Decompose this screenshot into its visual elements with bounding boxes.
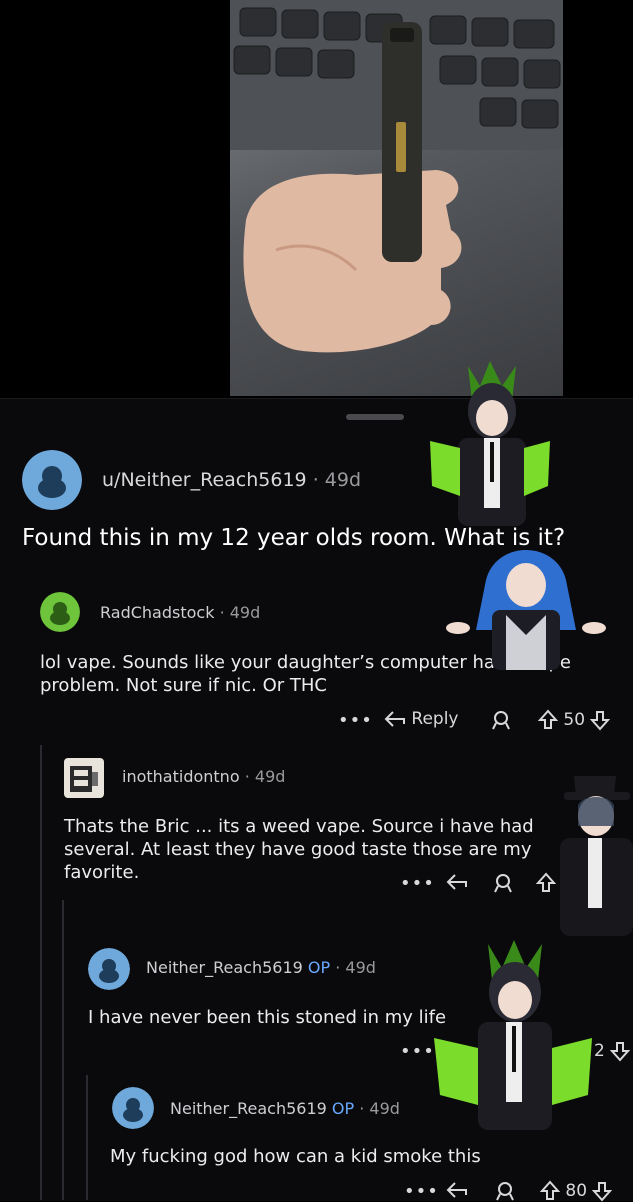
op-badge: OP bbox=[331, 1099, 355, 1118]
comment-line: I have never been this stoned in my life bbox=[88, 1007, 447, 1028]
separator: · bbox=[244, 767, 250, 786]
comment-author-line[interactable]: Neither_Reach5619 OP · 49d bbox=[170, 1099, 400, 1118]
award-button[interactable] bbox=[494, 1180, 516, 1202]
comment-body: I have never been this stoned in my life bbox=[88, 1006, 446, 1029]
upvote-icon[interactable] bbox=[535, 872, 557, 894]
comment-age: 49d bbox=[369, 1099, 400, 1118]
op-avatar[interactable] bbox=[22, 450, 82, 510]
comment-author-line[interactable]: Neither_Reach5619 OP · 49d bbox=[146, 958, 376, 977]
separator: · bbox=[335, 958, 341, 977]
vote-score: 2 bbox=[594, 1041, 605, 1061]
thread-line bbox=[62, 900, 64, 1200]
comment-author[interactable]: RadChadstock bbox=[100, 603, 214, 622]
award-icon bbox=[496, 1182, 514, 1201]
comment-author-line[interactable]: inothatidontno · 49d bbox=[122, 767, 285, 786]
award-icon bbox=[494, 874, 512, 893]
comment-avatar[interactable] bbox=[88, 948, 130, 990]
vote-score: 80 bbox=[565, 1181, 588, 1201]
post-image[interactable] bbox=[230, 0, 563, 396]
post-author-line[interactable]: u/Neither_Reach5619 · 49d bbox=[102, 469, 361, 491]
comment-author[interactable]: Neither_Reach5619 bbox=[146, 958, 303, 977]
reply-button[interactable]: Reply bbox=[384, 709, 459, 729]
anime-character-sticker bbox=[430, 361, 550, 526]
reply-arrow-icon bbox=[384, 711, 405, 727]
separator: · bbox=[312, 469, 319, 491]
anime-character-sticker bbox=[434, 940, 592, 1130]
reply-button[interactable] bbox=[446, 872, 468, 892]
comment-author[interactable]: inothatidontno bbox=[122, 767, 240, 786]
vote-score: 50 bbox=[563, 710, 586, 730]
comment-age: 49d bbox=[254, 767, 286, 786]
reply-arrow-icon bbox=[446, 874, 467, 890]
comment-avatar[interactable] bbox=[64, 758, 104, 798]
comment-author-line[interactable]: RadChadstock · 49d bbox=[100, 603, 260, 622]
comment-body: My fucking god how can a kid smoke this bbox=[110, 1145, 481, 1168]
more-options-button[interactable]: ••• bbox=[400, 873, 435, 894]
reply-label: Reply bbox=[411, 709, 459, 729]
post-author[interactable]: u/Neither_Reach5619 bbox=[102, 469, 307, 491]
comment-line: My fucking god how can a kid smoke this bbox=[110, 1146, 481, 1167]
vote-control: 80 bbox=[539, 1180, 613, 1202]
op-badge: OP bbox=[307, 958, 331, 977]
vape-device-image bbox=[382, 22, 422, 262]
award-icon bbox=[492, 711, 510, 730]
downvote-icon[interactable] bbox=[592, 1180, 613, 1202]
comment-line: problem. Not sure if nic. Or THC bbox=[40, 675, 327, 696]
drag-handle[interactable] bbox=[346, 414, 404, 420]
anime-character-sticker bbox=[560, 776, 633, 936]
comment-age: 49d bbox=[345, 958, 376, 977]
award-button[interactable] bbox=[490, 709, 512, 731]
comment-avatar[interactable] bbox=[112, 1087, 154, 1129]
more-options-button[interactable]: ••• bbox=[404, 1181, 439, 1202]
downvote-icon[interactable] bbox=[610, 1040, 631, 1062]
downvote-icon[interactable] bbox=[590, 709, 611, 731]
thread-line bbox=[86, 1075, 88, 1200]
post-age: 49d bbox=[324, 469, 362, 491]
comment-line: Thats the Bric ... its a weed vape. Sour… bbox=[64, 816, 534, 837]
upvote-icon[interactable] bbox=[539, 1180, 561, 1202]
comment-line: several. At least they have good taste t… bbox=[64, 839, 532, 860]
comment-age: 49d bbox=[229, 603, 261, 622]
anime-character-sticker bbox=[446, 550, 606, 670]
thread-line bbox=[40, 745, 42, 1200]
hand-image bbox=[243, 170, 462, 353]
separator: · bbox=[219, 603, 225, 622]
separator: · bbox=[359, 1099, 365, 1118]
award-button[interactable] bbox=[492, 872, 514, 894]
comment-author[interactable]: Neither_Reach5619 bbox=[170, 1099, 327, 1118]
reply-button[interactable] bbox=[446, 1180, 468, 1200]
vote-control: 2 bbox=[594, 1040, 631, 1062]
reply-arrow-icon bbox=[446, 1182, 467, 1198]
vote-control: 50 bbox=[537, 709, 611, 731]
upvote-icon[interactable] bbox=[537, 709, 559, 731]
more-options-button[interactable]: ••• bbox=[338, 710, 373, 731]
comment-avatar[interactable] bbox=[40, 592, 80, 632]
